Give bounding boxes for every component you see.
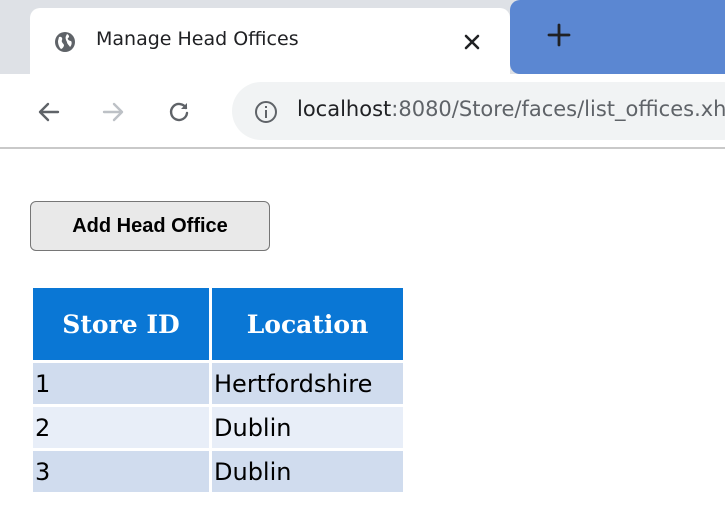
table-header-row: Store ID Location [33, 288, 403, 360]
browser-toolbar: localhost:8080/Store/faces/list_offices.… [0, 74, 725, 148]
store-id-cell: 3 [33, 451, 209, 492]
tab-strip: Manage Head Offices [0, 0, 725, 74]
browser-tab[interactable]: Manage Head Offices [30, 8, 510, 74]
location-cell: Hertfordshire [212, 363, 403, 404]
url-path: :8080/Store/faces/list_offices.xhtml [391, 97, 725, 121]
close-icon[interactable] [460, 30, 484, 54]
column-header-location: Location [212, 288, 403, 360]
address-url: localhost:8080/Store/faces/list_offices.… [297, 97, 725, 121]
table-row: 3 Dublin [33, 451, 403, 492]
plus-icon[interactable] [546, 22, 572, 48]
location-cell: Dublin [212, 407, 403, 448]
back-arrow-icon[interactable] [37, 100, 61, 124]
head-offices-table: Store ID Location 1 Hertfordshire 2 Dubl… [30, 285, 406, 495]
tab-title: Manage Head Offices [96, 28, 299, 50]
page-content: Add Head Office Store ID Location 1 Hert… [0, 149, 725, 506]
table-row: 1 Hertfordshire [33, 363, 403, 404]
url-host: localhost [297, 97, 392, 121]
browser-chrome: Manage Head Offices localhost:8080/Store… [0, 0, 725, 149]
globe-icon [55, 32, 75, 52]
info-icon[interactable] [254, 100, 278, 124]
address-bar[interactable]: localhost:8080/Store/faces/list_offices.… [232, 82, 725, 140]
new-tab-area [510, 0, 725, 74]
table-row: 2 Dublin [33, 407, 403, 448]
column-header-store-id: Store ID [33, 288, 209, 360]
forward-arrow-icon[interactable] [101, 100, 125, 124]
add-head-office-button[interactable]: Add Head Office [30, 201, 270, 251]
store-id-cell: 2 [33, 407, 209, 448]
store-id-cell: 1 [33, 363, 209, 404]
reload-icon[interactable] [167, 100, 191, 124]
location-cell: Dublin [212, 451, 403, 492]
